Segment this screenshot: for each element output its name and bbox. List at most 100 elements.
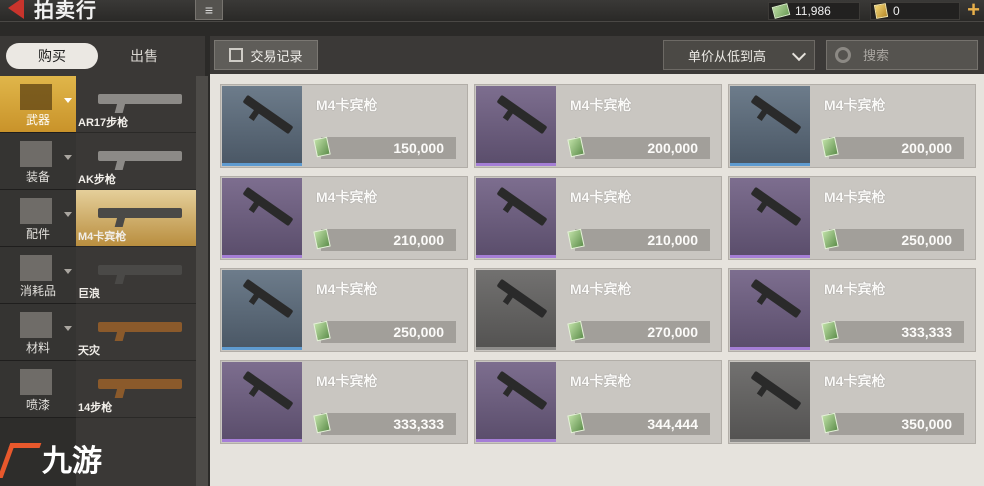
- add-currency-button[interactable]: +: [963, 0, 984, 22]
- pistol-icon: [20, 84, 52, 110]
- item-price: 200,000: [901, 140, 952, 156]
- weapon-label: 天灾: [78, 345, 100, 357]
- search-box[interactable]: [826, 40, 978, 70]
- weapon-label: AR17步枪: [78, 117, 129, 129]
- chevron-down-icon: [64, 326, 72, 331]
- item-name: M4卡宾枪: [824, 97, 886, 113]
- sort-dropdown[interactable]: 单价从低到高: [663, 40, 815, 70]
- listing-card[interactable]: M4卡宾枪 150,000: [220, 84, 468, 168]
- category-label: 装备: [25, 170, 50, 184]
- item-price: 210,000: [393, 232, 444, 248]
- weapon-label: 14步枪: [78, 402, 113, 414]
- category-list: 武器 装备 配件 消耗品 材料 喷漆: [0, 76, 76, 486]
- item-price: 333,333: [901, 324, 952, 340]
- price-box: 200,000: [821, 136, 964, 159]
- listing-toolbar: 交易记录 单价从低到高: [210, 36, 984, 74]
- listing-card[interactable]: M4卡宾枪 270,000: [474, 268, 722, 352]
- weapon-label: AK步枪: [78, 174, 116, 186]
- listing-card[interactable]: M4卡宾枪 333,333: [728, 268, 976, 352]
- left-scrollbar[interactable]: [196, 76, 208, 486]
- item-name: M4卡宾枪: [824, 189, 886, 205]
- item-thumbnail: [222, 362, 302, 442]
- item-price: 250,000: [393, 324, 444, 340]
- weapon-item-tianzai[interactable]: 天灾: [76, 304, 196, 361]
- document-icon: [229, 48, 244, 62]
- price-box: 344,444: [567, 412, 710, 435]
- weapon-item-ak[interactable]: AK步枪: [76, 133, 196, 190]
- weapon-label: M4卡宾枪: [78, 231, 127, 243]
- chevron-down-icon: [64, 155, 72, 160]
- listing-card[interactable]: M4卡宾枪 200,000: [728, 84, 976, 168]
- weapon-item-m4[interactable]: M4卡宾枪: [76, 190, 196, 247]
- rifle-icon: [242, 186, 294, 227]
- medkit-icon: [20, 255, 52, 281]
- listing-card[interactable]: M4卡宾枪 250,000: [220, 268, 468, 352]
- category-weapon[interactable]: 武器: [0, 76, 76, 133]
- item-name: M4卡宾枪: [824, 281, 886, 297]
- back-arrow-icon[interactable]: [8, 0, 24, 19]
- listing-grid: M4卡宾枪 150,000 M4卡宾枪 200,000 M4卡宾枪 200,00…: [220, 84, 980, 444]
- trade-log-label: 交易记录: [250, 48, 303, 64]
- listing-card[interactable]: M4卡宾枪 210,000: [220, 176, 468, 260]
- item-name: M4卡宾枪: [570, 281, 632, 297]
- listing-card[interactable]: M4卡宾枪 250,000: [728, 176, 976, 260]
- rifle-icon: [496, 186, 548, 227]
- item-thumbnail: [476, 362, 556, 442]
- item-price: 270,000: [647, 324, 698, 340]
- item-name: M4卡宾枪: [316, 281, 378, 297]
- chevron-down-icon: [791, 46, 807, 62]
- menu-button[interactable]: ≡: [195, 0, 223, 20]
- price-box: 200,000: [567, 136, 710, 159]
- search-input[interactable]: [863, 47, 963, 63]
- gear-icon: [20, 312, 52, 338]
- rifle-icon: [98, 208, 182, 218]
- rifle-icon: [98, 322, 182, 332]
- category-materials[interactable]: 材料: [0, 304, 76, 361]
- category-attachments[interactable]: 配件: [0, 190, 76, 247]
- cash-icon: [313, 136, 331, 158]
- gold-balance: 0: [870, 2, 960, 20]
- weapon-item-ar17[interactable]: AR17步枪: [76, 76, 196, 133]
- jiuyou-logo-icon: [0, 441, 34, 475]
- chevron-down-icon: [64, 269, 72, 274]
- page-title: 拍卖行: [34, 0, 97, 22]
- rifle-icon: [496, 278, 548, 319]
- price-box: 210,000: [567, 228, 710, 251]
- price-box: 250,000: [313, 320, 456, 343]
- gold-bar-icon: [873, 3, 889, 19]
- rifle-icon: [242, 278, 294, 319]
- listing-card[interactable]: M4卡宾枪 344,444: [474, 360, 722, 444]
- tab-buy[interactable]: 购买: [6, 43, 98, 69]
- cash-icon: [567, 320, 585, 342]
- listing-card[interactable]: M4卡宾枪 200,000: [474, 84, 722, 168]
- category-equipment[interactable]: 装备: [0, 133, 76, 190]
- item-name: M4卡宾枪: [316, 97, 378, 113]
- weapon-item-14[interactable]: 14步枪: [76, 361, 196, 418]
- trade-log-button[interactable]: 交易记录: [214, 40, 318, 70]
- listing-card[interactable]: M4卡宾枪 350,000: [728, 360, 976, 444]
- watermark-logo: 九游: [0, 438, 102, 478]
- cash-icon: [567, 136, 585, 158]
- category-paint[interactable]: 喷漆: [0, 361, 76, 418]
- item-price: 344,444: [647, 416, 698, 432]
- listing-card[interactable]: M4卡宾枪 333,333: [220, 360, 468, 444]
- rifle-icon: [98, 379, 182, 389]
- cash-icon: [313, 228, 331, 250]
- rifle-icon: [750, 278, 802, 319]
- category-consumables[interactable]: 消耗品: [0, 247, 76, 304]
- title-area[interactable]: 拍卖行: [0, 0, 97, 22]
- tab-sell[interactable]: 出售: [98, 43, 190, 69]
- item-price: 210,000: [647, 232, 698, 248]
- listing-panel: 交易记录 单价从低到高 M4卡宾枪 150,000 M4卡宾枪 200,000 …: [210, 36, 984, 486]
- category-label: 武器: [25, 113, 50, 127]
- top-bar: 拍卖行 ≡ 11,986 0 +: [0, 0, 984, 22]
- item-thumbnail: [222, 178, 302, 258]
- rifle-icon: [496, 94, 548, 135]
- rifle-icon: [98, 94, 182, 104]
- magazine-icon: [20, 198, 52, 224]
- cash-icon: [821, 412, 839, 434]
- listing-card[interactable]: M4卡宾枪 210,000: [474, 176, 722, 260]
- watermark-text: 九游: [42, 445, 102, 478]
- search-icon: [835, 47, 851, 63]
- weapon-item-julang[interactable]: 巨浪: [76, 247, 196, 304]
